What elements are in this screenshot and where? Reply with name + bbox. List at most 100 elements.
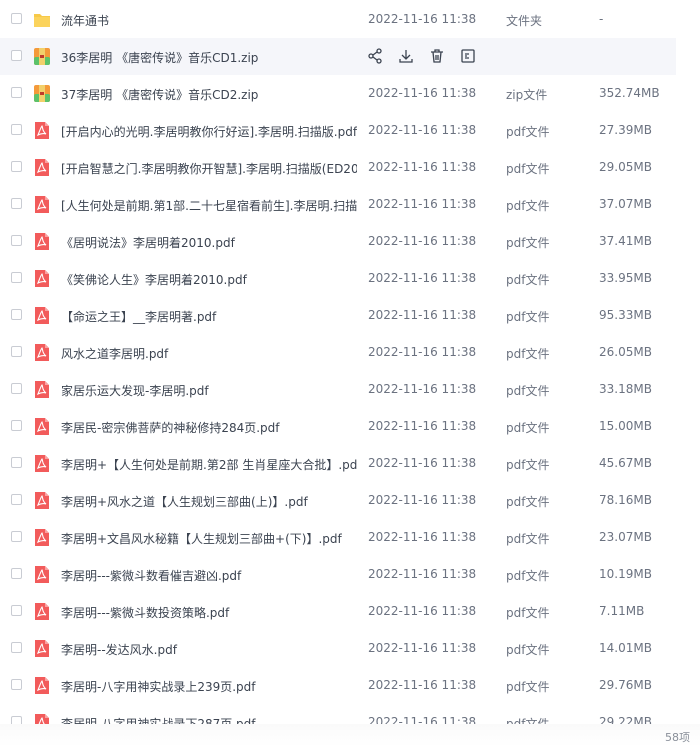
pdf-icon (33, 491, 51, 510)
file-type: pdf文件 (506, 125, 550, 139)
file-name[interactable]: 李居明+风水之道【人生规划三部曲(上)】.pdf (61, 493, 357, 510)
file-type: pdf文件 (506, 458, 550, 472)
row-checkbox[interactable] (11, 50, 22, 61)
file-size: 45.67MB (599, 456, 652, 470)
file-name[interactable]: 37李居明 《唐密传说》音乐CD2.zip (61, 86, 357, 103)
file-list: 流年通书 2022-11-16 11:38 文件夹 - 36李居明 《唐密传说》音乐C… (0, 0, 700, 724)
file-row[interactable]: 《居明说法》李居明着2010.pdf 2022-11-16 11:38 pdf文件 3… (0, 223, 676, 260)
download-icon[interactable] (397, 47, 415, 65)
file-name[interactable]: 《居明说法》李居明着2010.pdf (61, 234, 357, 251)
file-row[interactable]: 李居明---紫微斗数看催吉避凶.pdf 2022-11-16 11:38 pdf文件… (0, 556, 676, 593)
file-time: 2022-11-16 11:38 (368, 493, 477, 507)
file-type: pdf文件 (506, 532, 550, 546)
file-name[interactable]: 李居明---紫微斗数投资策略.pdf (61, 604, 357, 621)
file-row[interactable]: 李居明---紫微斗数投资策略.pdf 2022-11-16 11:38 pdf文件 7… (0, 593, 676, 630)
file-row[interactable]: 家居乐运大发现-李居明.pdf 2022-11-16 11:38 pdf文件 33.1… (0, 371, 676, 408)
folder-icon (33, 10, 51, 29)
pdf-icon (33, 713, 51, 724)
file-row[interactable]: 36李居明 《唐密传说》音乐CD1.zip (0, 38, 676, 75)
file-name[interactable]: 《笑佛论人生》李居明着2010.pdf (61, 271, 357, 288)
file-name[interactable]: [人生何处是前期.第1部.二十七星宿看前生].李居明.扫描版... (61, 197, 357, 214)
file-type: pdf文件 (506, 606, 550, 620)
file-time: 2022-11-16 11:38 (368, 567, 477, 581)
row-checkbox[interactable] (11, 198, 22, 209)
file-name[interactable]: 36李居明 《唐密传说》音乐CD1.zip (61, 49, 357, 66)
file-size: 26.05MB (599, 345, 652, 359)
row-checkbox[interactable] (11, 235, 22, 246)
file-name[interactable]: 【命运之王】__李居明著.pdf (61, 308, 357, 325)
file-name[interactable]: 李居明+【人生何处是前期.第2部 生肖星座大合批】.pdf (61, 456, 357, 473)
row-checkbox[interactable] (11, 716, 22, 724)
file-row[interactable]: 《笑佛论人生》李居明着2010.pdf 2022-11-16 11:38 pdf文件… (0, 260, 676, 297)
row-checkbox[interactable] (11, 568, 22, 579)
pdf-icon (33, 343, 51, 362)
file-row[interactable]: 风水之道李居明.pdf 2022-11-16 11:38 pdf文件 26.05MB (0, 334, 676, 371)
pdf-icon (33, 380, 51, 399)
row-checkbox[interactable] (11, 494, 22, 505)
file-row[interactable]: 李居明+【人生何处是前期.第2部 生肖星座大合批】.pdf 2022-11-16 … (0, 445, 676, 482)
file-size: 15.00MB (599, 419, 652, 433)
share-icon[interactable] (366, 47, 384, 65)
row-checkbox[interactable] (11, 124, 22, 135)
row-checkbox[interactable] (11, 309, 22, 320)
file-row[interactable]: [开启内心的光明.李居明教你行好运].李居明.扫描版.pdf 2022-11-16… (0, 112, 676, 149)
file-name[interactable]: 李居明--发达风水.pdf (61, 641, 357, 658)
file-name[interactable]: [开启内心的光明.李居明教你行好运].李居明.扫描版.pdf (61, 123, 357, 140)
file-time: 2022-11-16 11:38 (368, 86, 477, 100)
file-row[interactable]: 李居明+风水之道【人生规划三部曲(上)】.pdf 2022-11-16 11:38… (0, 482, 676, 519)
row-checkbox[interactable] (11, 642, 22, 653)
file-time: 2022-11-16 11:38 (368, 308, 477, 322)
file-row[interactable]: 李居民-密宗佛菩萨的神秘修持284页.pdf 2022-11-16 11:38 pd… (0, 408, 676, 445)
pdf-icon (33, 565, 51, 584)
pdf-icon (33, 454, 51, 473)
pdf-icon (33, 417, 51, 436)
file-type: pdf文件 (506, 347, 550, 361)
file-type: pdf文件 (506, 384, 550, 398)
file-time: 2022-11-16 11:38 (368, 382, 477, 396)
row-checkbox[interactable] (11, 272, 22, 283)
row-checkbox[interactable] (11, 346, 22, 357)
more-icon[interactable] (459, 47, 477, 65)
row-checkbox[interactable] (11, 161, 22, 172)
file-size: 95.33MB (599, 308, 652, 322)
file-type: 文件夹 (506, 14, 543, 28)
zip-icon (33, 84, 51, 103)
row-checkbox[interactable] (11, 605, 22, 616)
file-name[interactable]: 家居乐运大发现-李居明.pdf (61, 382, 357, 399)
file-name[interactable]: 李居明---紫微斗数看催吉避凶.pdf (61, 567, 357, 584)
file-type: pdf文件 (506, 495, 550, 509)
file-name[interactable]: [开启智慧之门.李居明教你开智慧].李居明.扫描版(ED200... (61, 160, 357, 177)
file-row[interactable]: [开启智慧之门.李居明教你开智慧].李居明.扫描版(ED200... 2022-1… (0, 149, 676, 186)
file-name[interactable]: 李居明-八字用神实战录上239页.pdf (61, 678, 357, 695)
file-size: 352.74MB (599, 86, 660, 100)
file-row[interactable]: 李居明+文昌风水秘籍【人生规划三部曲+(下)】.pdf 2022-11-16 11… (0, 519, 676, 556)
file-name[interactable]: 李居明-八字用神实战录下287页.pdf (61, 715, 357, 724)
file-row[interactable]: [人生何处是前期.第1部.二十七星宿看前生].李居明.扫描版... 2022-11… (0, 186, 676, 223)
row-checkbox[interactable] (11, 679, 22, 690)
pdf-icon (33, 232, 51, 251)
file-name[interactable]: 李居民-密宗佛菩萨的神秘修持284页.pdf (61, 419, 357, 436)
file-size: 23.07MB (599, 530, 652, 544)
pdf-icon (33, 639, 51, 658)
file-row[interactable]: 李居明-八字用神实战录上239页.pdf 2022-11-16 11:38 pdf文… (0, 667, 676, 704)
file-row[interactable]: 李居明--发达风水.pdf 2022-11-16 11:38 pdf文件 14.01M… (0, 630, 676, 667)
row-checkbox[interactable] (11, 457, 22, 468)
file-size: 33.18MB (599, 382, 652, 396)
file-row[interactable]: 37李居明 《唐密传说》音乐CD2.zip 2022-11-16 11:38 zip… (0, 75, 676, 112)
file-name[interactable]: 风水之道李居明.pdf (61, 345, 357, 362)
file-name[interactable]: 流年通书 (61, 12, 357, 29)
row-checkbox[interactable] (11, 531, 22, 542)
file-name[interactable]: 李居明+文昌风水秘籍【人生规划三部曲+(下)】.pdf (61, 530, 357, 547)
file-row[interactable]: 【命运之王】__李居明著.pdf 2022-11-16 11:38 pdf文件 95.… (0, 297, 676, 334)
row-checkbox[interactable] (11, 13, 22, 24)
row-checkbox[interactable] (11, 87, 22, 98)
row-checkbox[interactable] (11, 420, 22, 431)
file-size: 29.05MB (599, 160, 652, 174)
delete-icon[interactable] (428, 47, 446, 65)
row-checkbox[interactable] (11, 383, 22, 394)
file-row[interactable]: 流年通书 2022-11-16 11:38 文件夹 - (0, 1, 676, 38)
file-size: 29.76MB (599, 678, 652, 692)
pdf-icon (33, 676, 51, 695)
file-time: 2022-11-16 11:38 (368, 271, 477, 285)
file-row[interactable]: 李居明-八字用神实战录下287页.pdf 2022-11-16 11:38 pdf文… (0, 704, 676, 724)
